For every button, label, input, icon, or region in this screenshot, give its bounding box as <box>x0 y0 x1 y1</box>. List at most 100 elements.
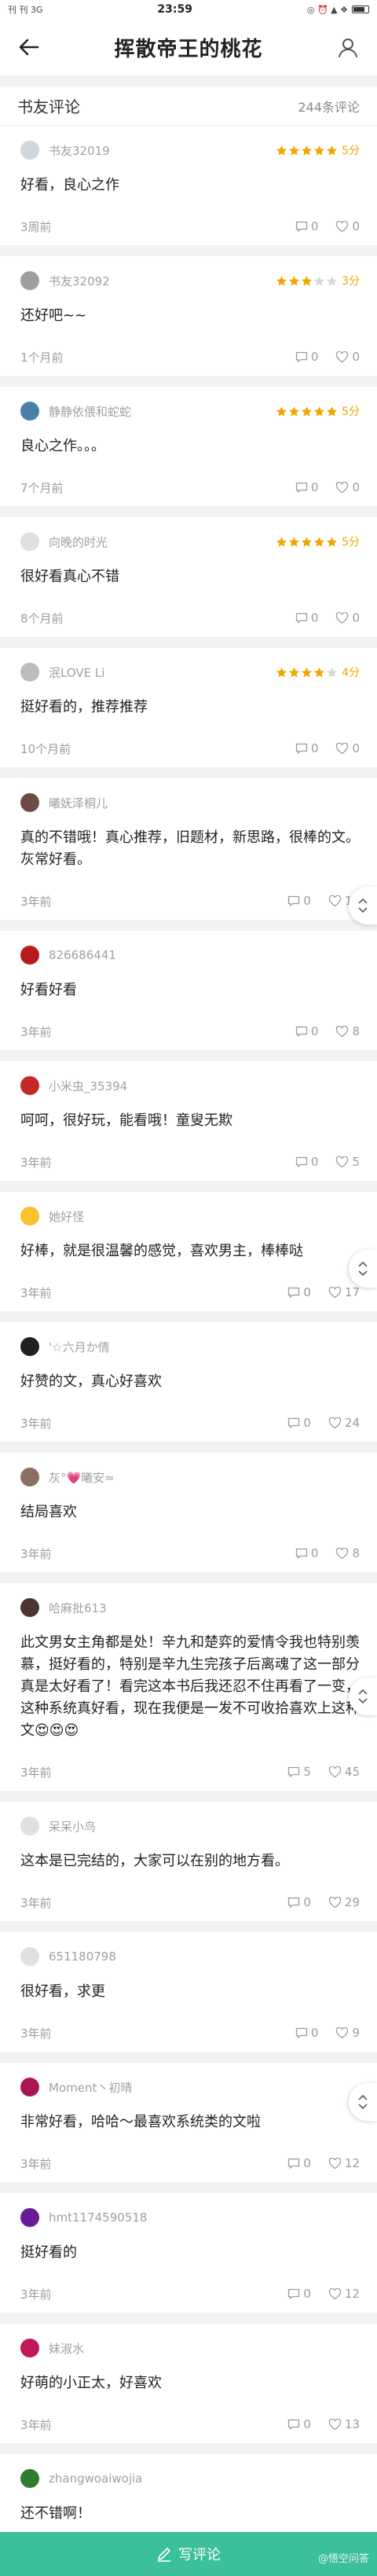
avatar[interactable] <box>20 2469 39 2488</box>
like-button[interactable]: 17 <box>328 1285 360 1299</box>
username[interactable]: 小米虫_35394 <box>49 1078 360 1094</box>
reply-button[interactable]: 0 <box>295 1155 318 1169</box>
comment-header: 哈麻批613 <box>20 1594 360 1621</box>
reply-button[interactable]: 0 <box>295 219 319 233</box>
reply-button[interactable]: 0 <box>287 2287 311 2301</box>
like-button[interactable]: 9 <box>335 2026 360 2040</box>
comment-item[interactable]: hmt1174590518 挺好看的 3年前 0 12 <box>0 2193 377 2324</box>
username[interactable]: hmt1174590518 <box>49 2210 360 2225</box>
like-button[interactable]: 12 <box>328 2156 360 2170</box>
avatar[interactable] <box>20 1817 39 1836</box>
like-button[interactable]: 5 <box>335 1155 360 1169</box>
username[interactable]: 826686441 <box>49 948 360 962</box>
reply-count: 0 <box>310 219 319 233</box>
username[interactable]: 书友32019 <box>49 142 276 159</box>
username[interactable]: zhangwoaiwojia <box>49 2471 360 2486</box>
comment-header: 书友32019 5分 <box>20 137 360 164</box>
reply-button[interactable]: 0 <box>287 1285 311 1299</box>
comment-item[interactable]: '☆六月か倩 好赞的文，真心好喜欢 3年前 0 24 <box>0 1322 377 1453</box>
like-button[interactable]: 0 <box>335 741 360 755</box>
avatar[interactable] <box>20 271 39 290</box>
avatar[interactable] <box>20 793 39 812</box>
username[interactable]: 书友32092 <box>49 273 276 289</box>
like-button[interactable]: 45 <box>328 1765 360 1779</box>
username[interactable]: 妹淑水 <box>49 2340 360 2357</box>
avatar[interactable] <box>20 402 39 421</box>
username[interactable]: 泯LOVE Li <box>49 664 276 681</box>
back-arrow-icon[interactable] <box>17 35 41 59</box>
username[interactable]: 651180798 <box>49 1949 360 1964</box>
reply-button[interactable]: 0 <box>295 1024 318 1038</box>
avatar[interactable] <box>20 1207 39 1226</box>
comment-item[interactable]: 呆呆小鸟 这本是已完结的，大家可以在别的地方看。 3年前 0 29 <box>0 1802 377 1932</box>
status-time: 23:59 <box>157 3 192 16</box>
avatar[interactable] <box>20 2339 39 2357</box>
like-button[interactable]: 12 <box>328 2287 360 2301</box>
avatar[interactable] <box>20 2078 39 2096</box>
like-count: 0 <box>352 350 360 364</box>
comment-item[interactable]: 静静依偎和蛇蛇 5分 良心之作。。。 7个月前 0 0 <box>0 387 377 517</box>
reply-button[interactable]: 5 <box>287 1765 311 1779</box>
comment-item[interactable]: 灰°💗曦安≈ 结局喜欢 3年前 0 8 <box>0 1453 377 1583</box>
comment-item[interactable]: 826686441 好看好看 3年前 0 8 <box>0 931 377 1061</box>
avatar[interactable] <box>20 1947 39 1966</box>
like-button[interactable]: 0 <box>335 219 360 233</box>
avatar[interactable] <box>20 532 39 551</box>
reply-button[interactable]: 0 <box>295 480 318 494</box>
username[interactable]: Moment丶初晴 <box>49 2079 360 2096</box>
username[interactable]: 曦妩泽桐儿 <box>49 795 360 811</box>
comment-item[interactable]: 哈麻批613 此文男女主角都是处！辛九和楚弈的爱情令我也特别羡慕，挺好看的，特别是… <box>0 1583 377 1802</box>
username[interactable]: 哈麻批613 <box>49 1600 360 1616</box>
comment-icon <box>287 895 300 906</box>
like-button[interactable]: 13 <box>328 2417 360 2431</box>
like-button[interactable]: 29 <box>328 1895 360 1909</box>
comment-item[interactable]: 曦妩泽桐儿真的不错哦！真心推荐，旧题材，新思路，很棒的文。灰常好看。3年前011 <box>0 778 377 931</box>
reply-button[interactable]: 0 <box>287 2156 311 2170</box>
reply-button[interactable]: 0 <box>287 2417 311 2431</box>
comment-item[interactable]: 小米虫_35394 呵呵，很好玩，能看哦！童叟无欺 3年前 0 5 <box>0 1061 377 1192</box>
reply-button[interactable]: 0 <box>287 894 311 908</box>
comment-item[interactable]: Moment丶初晴 非常好看，哈哈～最喜欢系统类的文啦 3年前 0 12 <box>0 2063 377 2193</box>
avatar[interactable] <box>20 663 39 682</box>
username[interactable]: 灰°💗曦安≈ <box>49 1469 360 1486</box>
comment-item[interactable]: 书友32019 5分 好看，良心之作 3周前 0 0 <box>0 126 377 256</box>
avatar[interactable] <box>20 1076 39 1095</box>
like-button[interactable]: 0 <box>335 611 360 625</box>
username[interactable]: '☆六月か倩 <box>49 1339 360 1355</box>
avatar[interactable] <box>20 1468 39 1486</box>
like-button[interactable]: 8 <box>335 1546 360 1560</box>
comment-item[interactable]: 她好怪 好棒，就是很温馨的感觉，喜欢男主，棒棒哒 3年前 0 17 <box>0 1192 377 1322</box>
write-review-button[interactable]: 写评论 @悟空问答 <box>0 2532 377 2576</box>
avatar[interactable] <box>20 946 39 965</box>
reply-button[interactable]: 0 <box>295 741 318 755</box>
reply-button[interactable]: 0 <box>295 350 318 364</box>
like-button[interactable]: 24 <box>328 1416 360 1430</box>
comment-item[interactable]: 妹淑水 好萌的小正太，好喜欢 3年前 0 13 <box>0 2324 377 2454</box>
reply-button[interactable]: 0 <box>287 1416 311 1430</box>
comment-item[interactable]: 书友32092 3分 还好吧~~ 1个月前 0 0 <box>0 256 377 387</box>
comment-item[interactable]: 向晚的时光 5分 很好看真心不错 8个月前 0 0 <box>0 517 377 648</box>
like-button[interactable]: 0 <box>335 350 360 364</box>
avatar[interactable] <box>20 1337 39 1356</box>
reply-button[interactable]: 0 <box>295 1546 318 1560</box>
reply-button[interactable]: 0 <box>295 2026 318 2040</box>
user-icon[interactable] <box>336 35 360 59</box>
comment-item[interactable]: 泯LOVE Li 4分 挺好看的，推荐推荐 10个月前 0 0 <box>0 648 377 778</box>
like-button[interactable]: 8 <box>335 1024 360 1038</box>
rating-score: 5分 <box>342 406 360 418</box>
reply-button[interactable]: 0 <box>295 611 318 625</box>
like-button[interactable]: 0 <box>335 480 360 494</box>
comment-icon <box>295 1026 308 1037</box>
comment-footer: 3年前 5 45 <box>20 1753 360 1791</box>
username[interactable]: 呆呆小鸟 <box>49 1818 360 1835</box>
avatar[interactable] <box>20 141 39 160</box>
username[interactable]: 她好怪 <box>49 1208 360 1225</box>
username[interactable]: 静静依偎和蛇蛇 <box>49 403 276 420</box>
watermark: @悟空问答 <box>317 2553 369 2565</box>
reply-button[interactable]: 0 <box>287 1895 311 1909</box>
avatar[interactable] <box>20 2208 39 2227</box>
avatar[interactable] <box>20 1598 39 1617</box>
comment-item[interactable]: 651180798 很好看，求更 3年前 0 9 <box>0 1932 377 2063</box>
comment-icon <box>295 2027 308 2038</box>
username[interactable]: 向晚的时光 <box>49 534 276 550</box>
